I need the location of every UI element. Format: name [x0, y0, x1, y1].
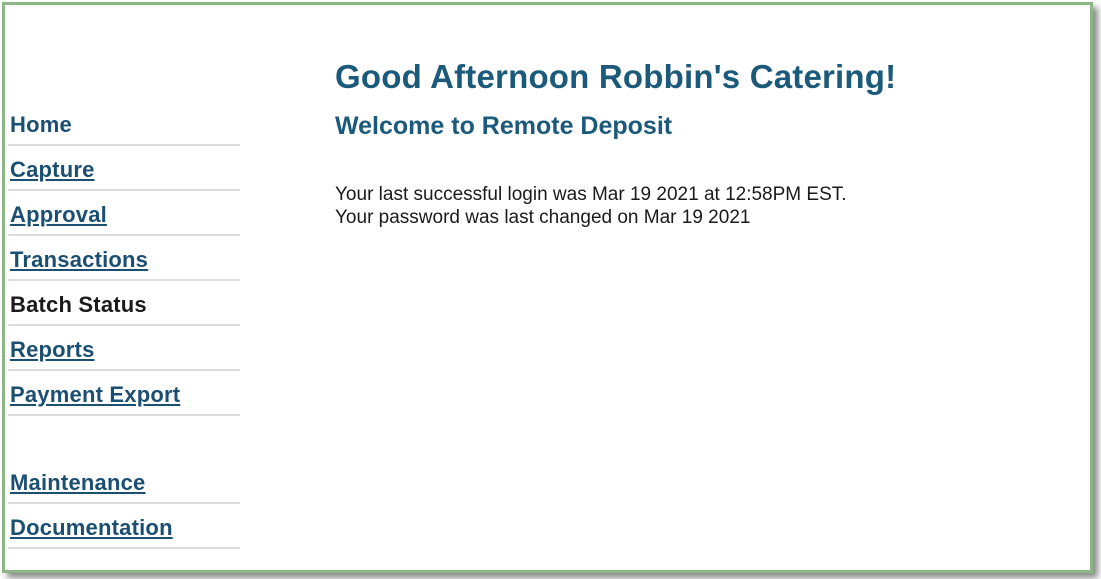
sidebar-item-home[interactable]: Home	[8, 103, 240, 146]
sidebar-item-batch-status: Batch Status	[8, 283, 240, 326]
sidebar-item-label[interactable]: Approval	[10, 202, 107, 228]
page-title: Good Afternoon Robbin's Catering!	[335, 58, 897, 95]
sidebar-item-payment-export[interactable]: Payment Export	[8, 373, 240, 416]
sidebar-item-label[interactable]: Maintenance	[10, 470, 145, 496]
page-frame: Home Capture Approval Transactions Batch…	[2, 2, 1093, 573]
sidebar-item-transactions[interactable]: Transactions	[8, 238, 240, 281]
sidebar-item-label[interactable]: Home	[10, 112, 72, 138]
sidebar-item-label[interactable]: Transactions	[10, 247, 148, 273]
sidebar-item-label: Batch Status	[10, 292, 147, 317]
sidebar-item-label[interactable]: Capture	[10, 157, 95, 183]
sidebar-item-maintenance[interactable]: Maintenance	[8, 461, 240, 504]
last-login-text: Your last successful login was Mar 19 20…	[335, 184, 847, 205]
sidebar-item-approval[interactable]: Approval	[8, 193, 240, 236]
sidebar-item-reports[interactable]: Reports	[8, 328, 240, 371]
sidebar-item-documentation[interactable]: Documentation	[8, 506, 240, 549]
sidebar-item-label[interactable]: Payment Export	[10, 382, 180, 408]
sidebar-item-label[interactable]: Reports	[10, 337, 95, 363]
sidebar-nav: Home Capture Approval Transactions Batch…	[8, 103, 240, 551]
login-info: Your last successful login was Mar 19 20…	[335, 183, 1075, 229]
sidebar-item-capture[interactable]: Capture	[8, 148, 240, 191]
sidebar-item-label[interactable]: Documentation	[10, 515, 173, 541]
page-subtitle: Welcome to Remote Deposit	[335, 112, 673, 140]
main-content: Good Afternoon Robbin's Catering! Welcom…	[335, 57, 1075, 229]
password-changed-text: Your password was last changed on Mar 19…	[335, 207, 751, 228]
